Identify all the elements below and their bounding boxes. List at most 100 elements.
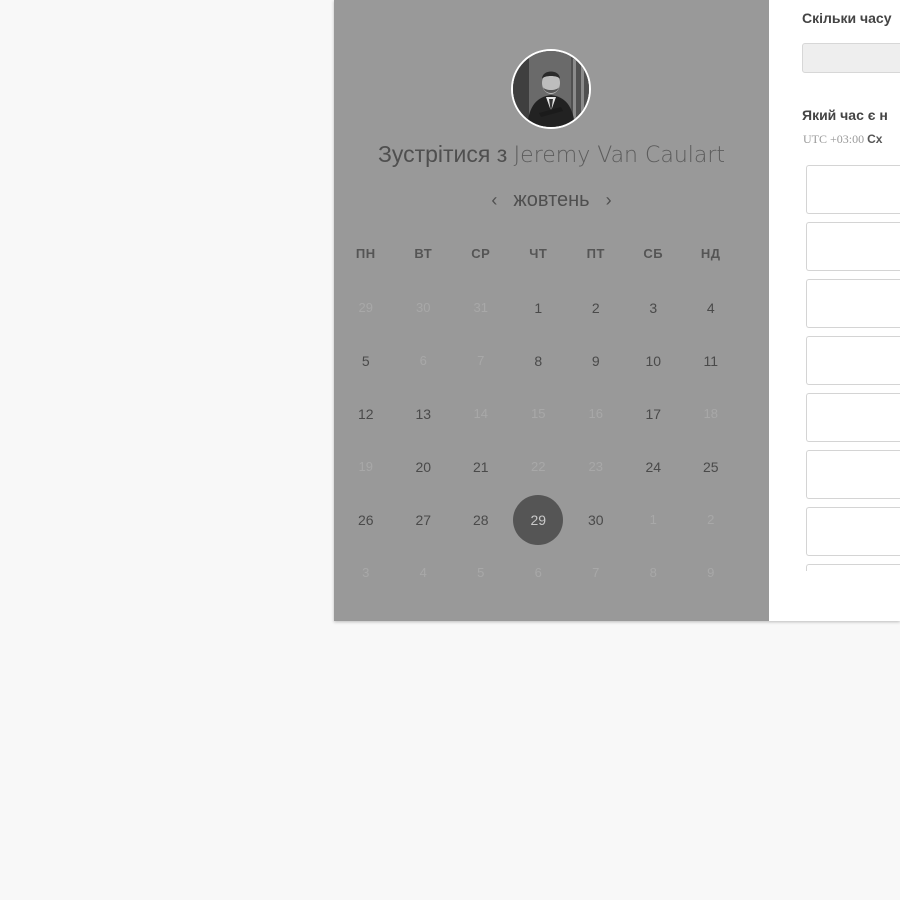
calendar-week: 26 27 28 29 30 1 2 xyxy=(337,493,769,546)
prev-month-button[interactable]: ‹ xyxy=(485,188,503,212)
booking-widget: Зустрітися з Jeremy Van Caulart ‹ жовтен… xyxy=(334,0,900,621)
duration-select[interactable] xyxy=(802,43,900,73)
calendar-day-number: 3 xyxy=(649,299,658,316)
calendar-day[interactable]: 21 xyxy=(452,440,510,493)
calendar-day: 7 xyxy=(567,546,625,599)
calendar-day-number: 5 xyxy=(361,352,370,369)
calendar-day: 23 xyxy=(567,440,625,493)
time-question: Який час є н xyxy=(802,107,888,123)
calendar-day[interactable]: 11 xyxy=(682,334,740,387)
calendar-day[interactable]: 10 xyxy=(625,334,683,387)
calendar-day: 6 xyxy=(510,546,568,599)
calendar-day[interactable]: 13 xyxy=(395,387,453,440)
calendar-day[interactable]: 8 xyxy=(510,334,568,387)
time-slot-button[interactable] xyxy=(806,564,900,571)
calendar-day-number: 5 xyxy=(477,565,485,580)
weekday-label: ПТ xyxy=(586,246,605,261)
time-slot-button[interactable] xyxy=(806,450,900,499)
calendar-day-number: 23 xyxy=(588,459,603,474)
calendar-day-number: 29 xyxy=(513,494,564,545)
calendar-day-number: 15 xyxy=(531,406,546,421)
calendar-day-number: 6 xyxy=(419,353,427,368)
calendar-day-number: 8 xyxy=(534,352,543,369)
calendar-day[interactable]: 12 xyxy=(337,387,395,440)
calendar-day[interactable]: 20 xyxy=(395,440,453,493)
time-slot-button[interactable] xyxy=(806,336,900,385)
host-name: Jeremy Van Caulart xyxy=(513,143,726,168)
timezone-name[interactable]: Сх xyxy=(867,132,882,146)
time-slot-button[interactable] xyxy=(806,393,900,442)
weekday-label: СР xyxy=(471,246,491,261)
calendar-day: 15 xyxy=(510,387,568,440)
calendar-day-selected[interactable]: 29 xyxy=(510,493,568,546)
calendar-day-number: 25 xyxy=(702,458,719,475)
calendar-day-number: 30 xyxy=(587,511,604,528)
calendar-week: 29 30 31 1 2 3 4 xyxy=(337,281,769,334)
calendar-day: 19 xyxy=(337,440,395,493)
next-month-button[interactable]: › xyxy=(600,188,618,212)
calendar-day[interactable]: 17 xyxy=(625,387,683,440)
calendar-day-number: 16 xyxy=(588,406,603,421)
calendar-day-number: 8 xyxy=(649,565,657,580)
calendar-day: 16 xyxy=(567,387,625,440)
calendar-day: 29 xyxy=(337,281,395,334)
calendar-day-number: 18 xyxy=(703,406,718,421)
time-selection-panel: Скільки часу Який час є н UTC +03:00 Сх xyxy=(769,0,900,621)
calendar-day[interactable]: 1 xyxy=(510,281,568,334)
calendar-day-number: 21 xyxy=(472,458,489,475)
calendar-day-number: 2 xyxy=(707,512,715,527)
calendar-day[interactable]: 3 xyxy=(625,281,683,334)
calendar-day[interactable]: 28 xyxy=(452,493,510,546)
calendar-day-number: 31 xyxy=(473,300,488,315)
calendar-day-number: 13 xyxy=(415,405,432,422)
calendar-day-number: 19 xyxy=(358,459,373,474)
calendar-day-number: 30 xyxy=(416,300,431,315)
calendar-day: 3 xyxy=(337,546,395,599)
calendar-day: 18 xyxy=(682,387,740,440)
calendar-day-number: 22 xyxy=(531,459,546,474)
calendar-day[interactable]: 24 xyxy=(625,440,683,493)
calendar-day-number: 17 xyxy=(645,405,662,422)
calendar-day-number: 10 xyxy=(645,352,662,369)
calendar-week: 5 6 7 8 9 10 11 xyxy=(337,334,769,387)
calendar-week: 12 13 14 15 16 17 18 xyxy=(337,387,769,440)
time-slot-button[interactable] xyxy=(806,507,900,556)
calendar-day[interactable]: 4 xyxy=(682,281,740,334)
calendar-day-number: 27 xyxy=(415,511,432,528)
calendar-day: 5 xyxy=(452,546,510,599)
calendar-day-number: 4 xyxy=(419,565,427,580)
calendar-day: 30 xyxy=(395,281,453,334)
calendar-week: 3 4 5 6 7 8 9 xyxy=(337,546,769,599)
calendar-day: 8 xyxy=(625,546,683,599)
calendar-day[interactable]: 9 xyxy=(567,334,625,387)
calendar-day: 22 xyxy=(510,440,568,493)
time-slot-button[interactable] xyxy=(806,279,900,328)
weekday-label: ЧТ xyxy=(529,246,548,261)
meeting-title: Зустрітися з Jeremy Van Caulart xyxy=(334,141,769,168)
calendar-day: 31 xyxy=(452,281,510,334)
calendar-day[interactable]: 25 xyxy=(682,440,740,493)
calendar-day: 4 xyxy=(395,546,453,599)
time-slot-button[interactable] xyxy=(806,222,900,271)
time-slot-button[interactable] xyxy=(806,165,900,214)
weekday-label: ПН xyxy=(355,246,376,261)
calendar-day[interactable]: 5 xyxy=(337,334,395,387)
calendar-day-number: 3 xyxy=(362,565,370,580)
weekday-label: ВТ xyxy=(414,246,433,261)
calendar-day: 7 xyxy=(452,334,510,387)
time-slot-list[interactable] xyxy=(806,165,900,571)
month-navigation: ‹ жовтень › xyxy=(334,188,769,212)
calendar-day[interactable]: 2 xyxy=(567,281,625,334)
calendar-day[interactable]: 26 xyxy=(337,493,395,546)
weekday-header: ПН ВТ СР ЧТ ПТ СБ НД xyxy=(337,227,769,281)
weekday-label: НД xyxy=(700,246,721,261)
calendar-day-number: 9 xyxy=(707,565,715,580)
calendar-day[interactable]: 27 xyxy=(395,493,453,546)
calendar-grid: ПН ВТ СР ЧТ ПТ СБ НД 29 30 31 1 2 3 4 5 6 7 8 9 10 11… xyxy=(337,227,769,599)
calendar-day-number: 1 xyxy=(649,512,657,527)
calendar-day-number: 7 xyxy=(477,353,485,368)
calendar-day: 9 xyxy=(682,546,740,599)
calendar-day-number: 9 xyxy=(591,352,600,369)
calendar-day: 6 xyxy=(395,334,453,387)
calendar-day[interactable]: 30 xyxy=(567,493,625,546)
